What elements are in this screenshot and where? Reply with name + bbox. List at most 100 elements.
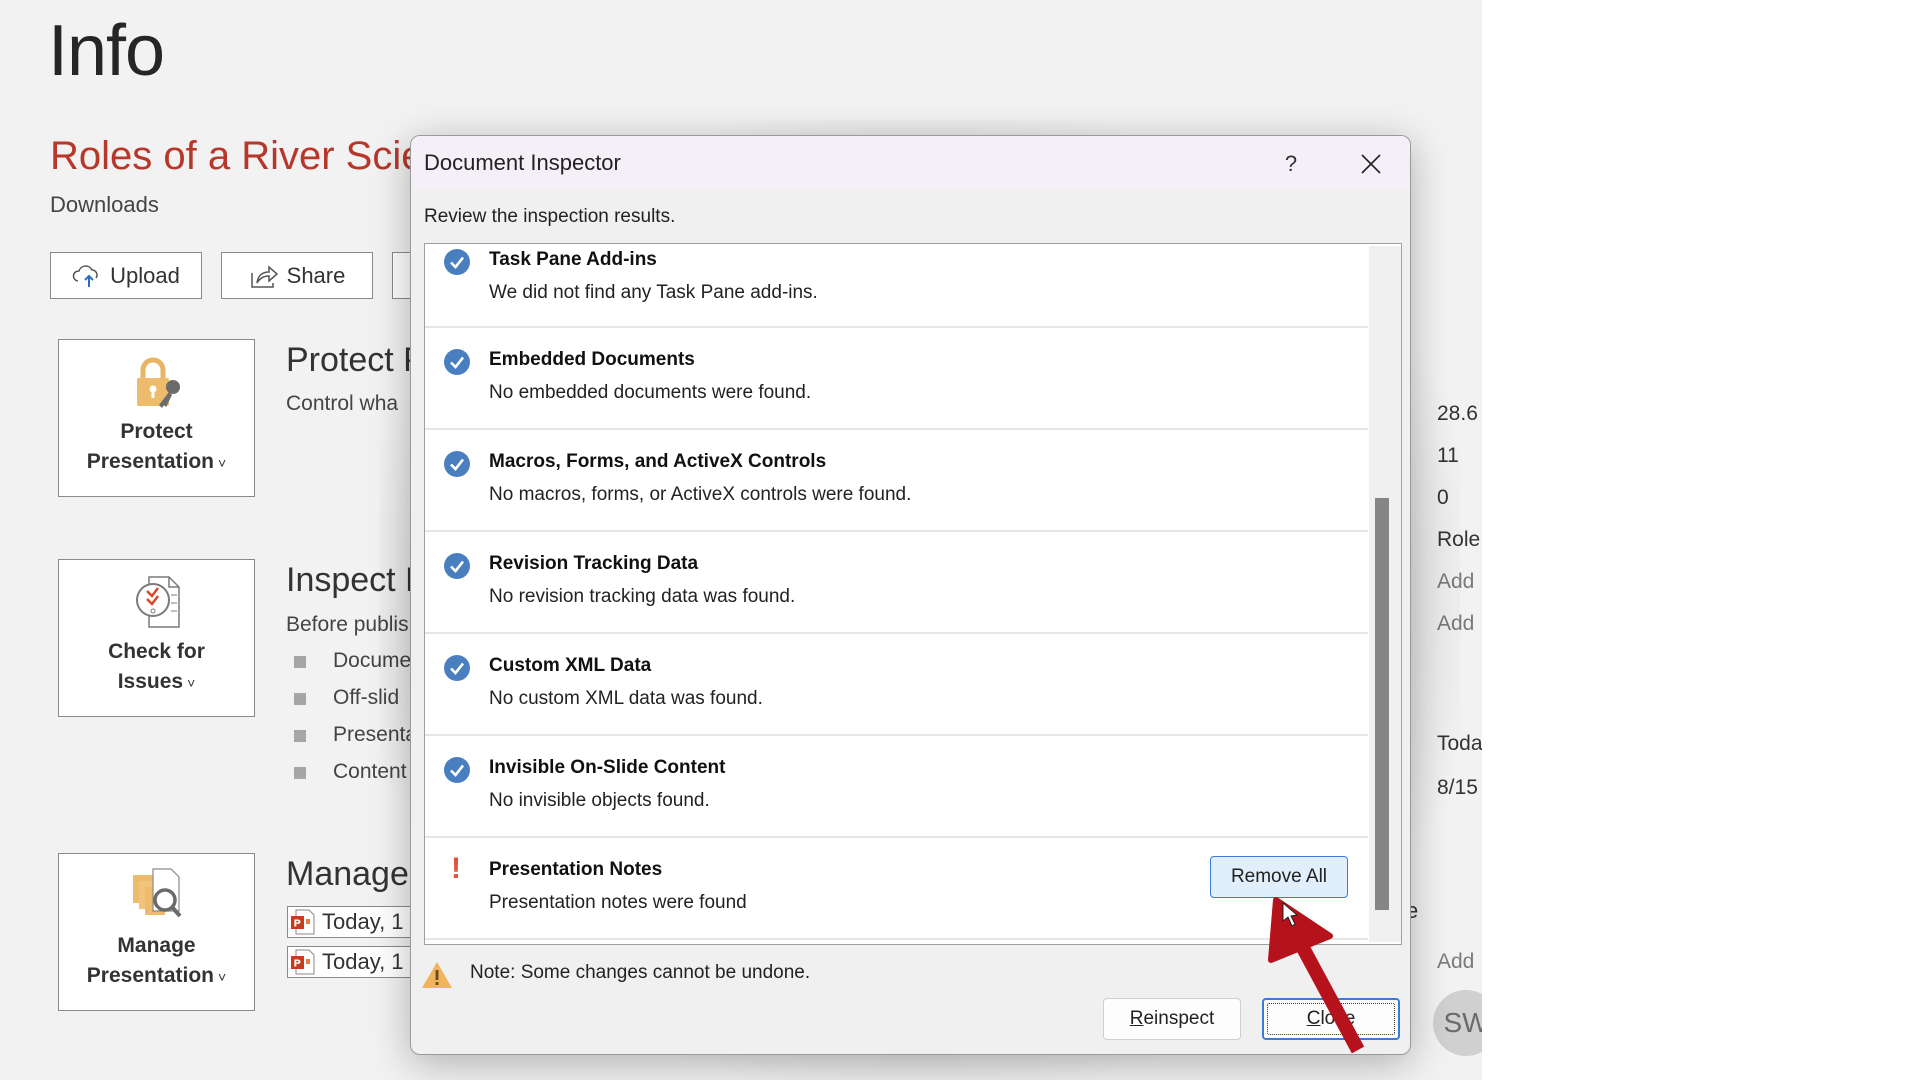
inspect-bullet: Docume [333,649,412,672]
help-button[interactable]: ? [1271,144,1311,184]
upload-button[interactable]: Upload [50,252,202,299]
card-label-text: Presentation [86,450,214,473]
result-desc: No invisible objects found. [489,790,710,811]
chevron-down-icon: ˅ [218,455,227,471]
author-avatar: SW [1433,990,1482,1056]
exclamation-icon: ! [451,852,461,885]
inspect-bullet: Presenta [333,723,418,746]
result-title: Revision Tracking Data [489,553,699,574]
reinspect-accel: R [1129,1008,1144,1029]
protect-section-desc: Control wha [286,392,399,415]
check-issues-icon [135,576,180,628]
bullet-icon [294,693,306,705]
dialog-subtitle: Review the inspection results. [424,206,676,227]
chevron-down-icon: ˅ [218,969,227,985]
property-hidden-slides: 0 [1437,486,1449,509]
share-button[interactable]: Share [221,252,373,299]
protect-section-title: Protect P [286,341,426,379]
result-title: Presentation Notes [489,859,663,880]
focus-ring [1267,1003,1395,1035]
inspect-section-title: Inspect P [286,561,428,599]
close-button[interactable]: Close [1262,998,1400,1040]
card-label-line1: Manage [117,934,196,957]
check-circle-icon [444,249,470,275]
result-title: Invisible On-Slide Content [489,757,726,778]
card-label-line2: Presentation ˅ [87,447,226,478]
result-row-custom-xml: Custom XML Data No custom XML data was f… [425,634,1368,736]
upload-label: Upload [110,262,180,288]
property-created: 8/15 [1437,776,1478,799]
scrollbar-thumb[interactable] [1375,498,1389,910]
manage-presentation-button[interactable]: Manage Presentation ˅ [58,853,255,1011]
result-row-presentation-notes: ! Presentation Notes Presentation notes … [425,838,1368,940]
result-desc: No revision tracking data was found. [489,586,796,607]
inspection-results-list: Task Pane Add-ins We did not find any Ta… [424,243,1402,945]
close-icon [1361,154,1381,174]
result-row-macros: Macros, Forms, and ActiveX Controls No m… [425,430,1368,532]
share-icon [250,264,278,288]
document-location[interactable]: Downloads [50,192,159,218]
svg-text:P: P [294,959,301,970]
dialog-titlebar[interactable]: Document Inspector ? [411,136,1410,190]
card-label-line2: Issues ˅ [118,667,196,698]
manage-section-title: Manage [286,855,409,893]
inspect-section-desc: Before publis [286,613,409,636]
warning-icon [422,962,452,988]
result-row-task-pane-addins: Task Pane Add-ins We did not find any Ta… [425,244,1368,328]
powerpoint-file-icon: P [291,909,315,935]
result-row-revision-tracking: Revision Tracking Data No revision track… [425,532,1368,634]
share-label: Share [286,262,346,288]
page-title: Info [48,11,165,91]
reinspect-button[interactable]: Reinspect [1103,998,1241,1040]
result-title: Custom XML Data [489,655,652,676]
result-title: Task Pane Add-ins [489,249,657,270]
inspect-bullet: Off-slid [333,686,400,709]
bullet-icon [294,656,306,668]
card-label-line2: Presentation ˅ [87,961,226,992]
svg-text:P: P [294,919,301,930]
card-label-text: Presentation [86,964,214,987]
powerpoint-file-icon: P [291,949,315,975]
property-size: 28.6 [1437,402,1478,425]
close-dialog-button[interactable] [1351,144,1391,184]
check-for-issues-button[interactable]: Check for Issues ˅ [58,559,255,717]
check-circle-icon [444,553,470,579]
result-row-embedded-documents: Embedded Documents No embedded documents… [425,328,1368,430]
check-circle-icon [444,655,470,681]
protect-presentation-button[interactable]: Protect Presentation ˅ [58,339,255,497]
version-label: Today, 1 [322,949,404,974]
add-author-link[interactable]: Add [1437,950,1474,974]
check-circle-icon [444,757,470,783]
document-inspector-dialog: Document Inspector ? Review the inspecti… [410,135,1411,1055]
remove-all-button[interactable]: Remove All [1210,856,1348,898]
lock-key-icon [136,357,180,408]
property-slides: 11 [1437,444,1459,467]
result-row-invisible-content: Invisible On-Slide Content No invisible … [425,736,1368,838]
dialog-title: Document Inspector [424,150,621,175]
check-circle-icon [444,451,470,477]
result-desc: No custom XML data was found. [489,688,763,709]
bullet-icon [294,730,306,742]
warning-note: Note: Some changes cannot be undone. [470,962,811,983]
result-desc: Presentation notes were found [489,892,747,913]
result-desc: No embedded documents were found. [489,382,812,403]
property-title[interactable]: Role [1437,528,1480,552]
property-categories[interactable]: Add [1437,612,1474,636]
version-label: Today, 1 [322,909,404,934]
version-item[interactable]: P Today, 1 [287,946,427,978]
chevron-down-icon: ˅ [187,675,196,691]
bullet-icon [294,767,306,779]
version-item[interactable]: P Today, 1 [287,906,427,938]
card-label-text: Issues [117,670,184,693]
result-desc: We did not find any Task Pane add-ins. [489,282,818,303]
card-label-line1: Check for [108,640,205,663]
property-tags[interactable]: Add [1437,570,1474,594]
check-circle-icon [444,349,470,375]
inspect-bullet: Content [333,760,407,783]
reinspect-label: einspect [1143,1008,1215,1029]
property-last-modified: Toda [1437,732,1482,755]
cloud-upload-icon [72,264,98,287]
result-title: Embedded Documents [489,349,695,370]
manage-versions-icon [132,868,181,918]
card-label-line1: Protect [120,420,193,443]
